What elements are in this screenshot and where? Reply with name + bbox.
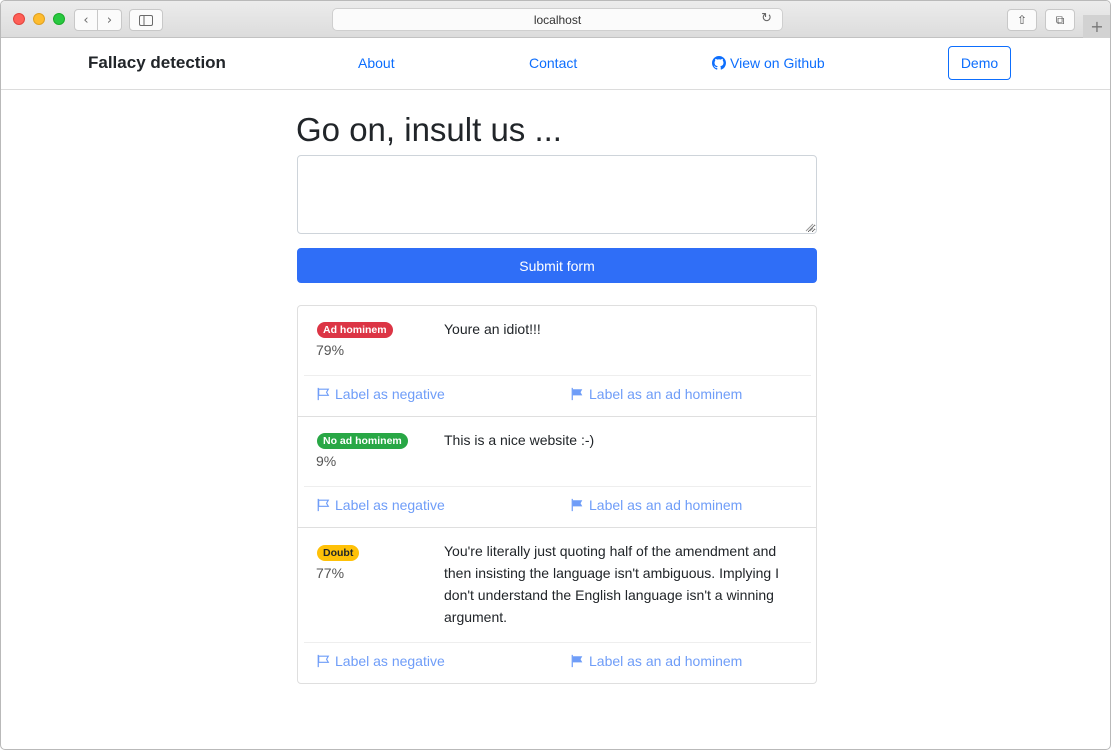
score-percent: 77% — [316, 565, 345, 581]
insult-textarea[interactable] — [297, 155, 817, 234]
result-divider — [304, 642, 811, 643]
flag-outline-icon — [317, 498, 330, 512]
nav-link-github[interactable]: View on Github — [712, 55, 825, 71]
flag-filled-icon — [571, 654, 583, 668]
flag-filled-icon — [571, 498, 583, 512]
score-percent: 79% — [316, 342, 345, 358]
browser-titlebar: ‹ › localhost ↻ ⇧ ⧉ + — [1, 1, 1110, 38]
nav-link-about[interactable]: About — [358, 55, 395, 71]
close-window-button[interactable] — [13, 13, 25, 25]
status-badge: No ad hominem — [317, 433, 408, 449]
result-text: This is a nice website :-) — [444, 432, 595, 448]
label-negative-button[interactable]: Label as negative — [316, 386, 445, 402]
label-adhominem-button[interactable]: Label as an ad hominem — [570, 497, 742, 513]
label-negative-text: Label as negative — [335, 386, 445, 402]
page-title: Go on, insult us ... — [296, 111, 562, 148]
demo-button[interactable]: Demo — [948, 46, 1011, 80]
result-text: You're literally just quoting half of th… — [444, 543, 779, 625]
zoom-window-button[interactable] — [53, 13, 65, 25]
label-adhominem-text: Label as an ad hominem — [589, 653, 743, 669]
new-tab-button[interactable]: + — [1083, 15, 1110, 38]
share-button[interactable]: ⇧ — [1007, 9, 1037, 31]
forward-button[interactable]: › — [98, 9, 122, 31]
chevron-left-icon: ‹ — [83, 12, 89, 28]
label-negative-text: Label as negative — [335, 653, 445, 669]
back-button[interactable]: ‹ — [74, 9, 98, 31]
github-link-label: View on Github — [730, 55, 825, 71]
address-text: localhost — [533, 12, 582, 27]
browser-window: ‹ › localhost ↻ ⇧ ⧉ + Fallacy detection … — [0, 0, 1111, 750]
status-badge: Doubt — [317, 545, 360, 561]
share-icon: ⇧ — [1016, 13, 1028, 27]
brand-title[interactable]: Fallacy detection — [88, 53, 226, 73]
flag-outline-icon — [317, 654, 330, 668]
flag-filled-icon — [571, 387, 583, 401]
result-item: Doubt 77% You're literally just quoting … — [298, 528, 816, 683]
score-percent: 9% — [316, 453, 337, 469]
result-item: Ad hominem 79% Youre an idiot!!! Label a… — [298, 306, 816, 417]
flag-outline-icon — [317, 387, 330, 401]
submit-button[interactable]: Submit form — [297, 248, 817, 283]
nav-link-contact[interactable]: Contact — [529, 55, 577, 71]
label-negative-button[interactable]: Label as negative — [316, 653, 445, 669]
label-adhominem-button[interactable]: Label as an ad hominem — [570, 386, 742, 402]
sidebar-toggle-button[interactable] — [129, 9, 163, 31]
label-adhominem-text: Label as an ad hominem — [589, 497, 743, 513]
chevron-right-icon: › — [106, 12, 113, 28]
reload-icon[interactable]: ↻ — [761, 11, 772, 26]
status-badge: Ad hominem — [317, 322, 393, 338]
label-adhominem-text: Label as an ad hominem — [589, 386, 743, 402]
label-negative-button[interactable]: Label as negative — [316, 497, 445, 513]
site-navbar: Fallacy detection About Contact View on … — [1, 38, 1110, 90]
results-list: Ad hominem 79% Youre an idiot!!! Label a… — [297, 305, 817, 684]
result-text: Youre an idiot!!! — [444, 321, 541, 337]
label-adhominem-button[interactable]: Label as an ad hominem — [570, 653, 742, 669]
show-tabs-button[interactable]: ⧉ — [1045, 9, 1075, 31]
minimize-window-button[interactable] — [33, 13, 45, 25]
github-icon — [712, 56, 726, 70]
result-divider — [304, 375, 811, 376]
address-bar[interactable]: localhost ↻ — [332, 8, 783, 31]
result-divider — [304, 486, 811, 487]
sidebar-icon — [139, 14, 153, 26]
plus-icon: + — [1090, 17, 1104, 36]
tabs-icon: ⧉ — [1055, 12, 1065, 27]
label-negative-text: Label as negative — [335, 497, 445, 513]
result-item: No ad hominem 9% This is a nice website … — [298, 417, 816, 528]
